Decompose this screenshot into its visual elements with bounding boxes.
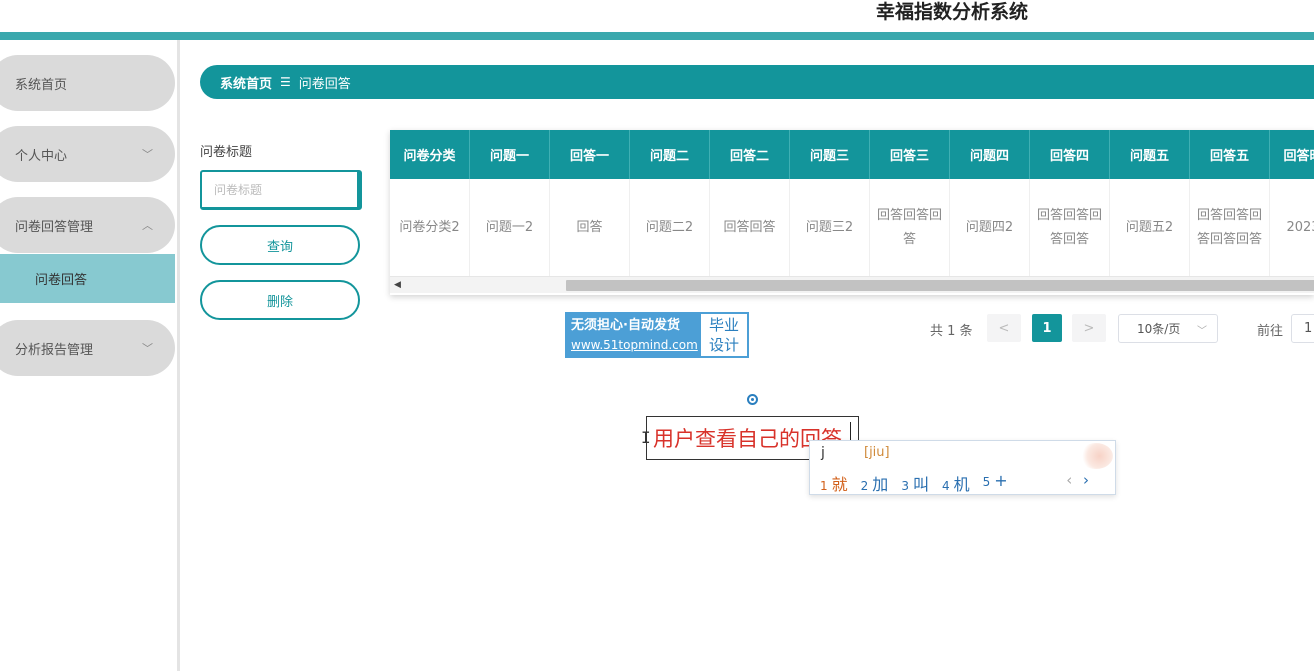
breadcrumb: 系统首页 ☰ 问卷回答 <box>200 65 1314 99</box>
table-header-cell[interactable]: 问题四 <box>950 130 1030 179</box>
table-row[interactable]: 问卷分类2 问题一2 回答 问题二2 回答回答 问题三2 回答回答回答 问题四2… <box>390 179 1314 276</box>
table-header-cell[interactable]: 回答四 <box>1030 130 1110 179</box>
table-cell: 问题三2 <box>790 179 870 276</box>
table-header-cell[interactable]: 问题一 <box>470 130 550 179</box>
table-header-cell[interactable]: 回答时间 <box>1270 130 1314 179</box>
sidebar-item-questionnaire-answers[interactable]: 问卷回答管理 ︿ <box>0 197 175 253</box>
table-header-cell[interactable]: 回答三 <box>870 130 950 179</box>
page-size-select[interactable]: 10条/页 ﹀ <box>1118 314 1218 343</box>
ad-url[interactable]: www.51topmind.com <box>571 336 698 354</box>
chevron-down-icon: ﹀ <box>142 342 153 355</box>
chevron-up-icon: ︿ <box>142 219 153 232</box>
sidebar-item-home[interactable]: 系统首页 <box>0 55 175 111</box>
query-button[interactable]: 查询 <box>200 225 360 265</box>
table-cell: 回答回答回答回答回答 <box>1190 179 1270 276</box>
table-cell: 2023-2 <box>1270 179 1314 276</box>
pagination-next-button[interactable]: > <box>1072 314 1106 342</box>
sidebar-item-label: 问卷回答管理 <box>15 219 94 235</box>
data-table: 问卷分类 问题一 回答一 问题二 回答二 问题三 回答三 问题四 回答四 问题五… <box>390 130 1314 295</box>
pagination-total: 共 1 条 <box>930 324 973 339</box>
sidebar-item-label: 系统首页 <box>15 77 68 93</box>
sidebar-item-label: 个人中心 <box>15 148 68 164</box>
sidebar: 系统首页 个人中心 ﹀ 问卷回答管理 ︿ 问卷回答 分析报告管理 ﹀ <box>0 40 180 671</box>
table-cell: 问题四2 <box>950 179 1030 276</box>
ime-candidate[interactable]: 5 + <box>983 471 1008 495</box>
top-bar: 幸福指数分析系统 <box>0 0 1314 32</box>
table-header-cell[interactable]: 问卷分类 <box>390 130 470 179</box>
top-accent-line <box>0 32 1314 40</box>
ad-slogan: 无须担心·自动发货 <box>571 318 680 333</box>
ime-candidate[interactable]: 1就 <box>820 471 848 495</box>
ime-pinyin: [jiu] <box>864 445 890 460</box>
sidebar-item-reports[interactable]: 分析报告管理 ﹀ <box>0 320 175 376</box>
chevron-down-icon: ﹀ <box>1197 326 1207 337</box>
breadcrumb-home[interactable]: 系统首页 <box>220 73 272 92</box>
table-cell: 回答回答回答回答 <box>1030 179 1110 276</box>
table-header-cell[interactable]: 问题五 <box>1110 130 1190 179</box>
app-title: 幸福指数分析系统 <box>876 1 1029 23</box>
goto-label: 前往 <box>1257 324 1284 339</box>
table-header-cell[interactable]: 回答五 <box>1190 130 1270 179</box>
ad-text: 无须担心·自动发货 www.51topmind.com <box>567 314 701 356</box>
table-cell: 问卷分类2 <box>390 179 470 276</box>
table-header-cell[interactable]: 回答二 <box>710 130 790 179</box>
table-header-row: 问卷分类 问题一 回答一 问题二 回答二 问题三 回答三 问题四 回答四 问题五… <box>390 130 1314 179</box>
ibeam-cursor-icon: I <box>641 428 651 447</box>
sidebar-subitem-answers[interactable]: 问卷回答 <box>0 254 175 303</box>
scroll-left-icon[interactable]: ◀ <box>394 280 401 290</box>
table-header-cell[interactable]: 问题三 <box>790 130 870 179</box>
ime-page-nav: ‹ › <box>1066 471 1089 489</box>
ime-candidate[interactable]: 2加 <box>861 471 889 495</box>
ad-badge-line: 设计 <box>708 336 739 354</box>
search-label: 问卷标题 <box>200 145 253 160</box>
table-cell: 问题一2 <box>470 179 550 276</box>
sidebar-item-label: 分析报告管理 <box>15 342 94 358</box>
goto-page-input[interactable]: 1 <box>1291 314 1314 343</box>
chevron-down-icon: ﹀ <box>142 148 153 161</box>
ad-badge-line: 毕业 <box>708 316 739 334</box>
ime-candidate-popup: j [jiu] 1就 2加 3叫 4机 5 + ‹ › <box>809 440 1116 495</box>
table-cell: 问题二2 <box>630 179 710 276</box>
ime-candidate[interactable]: 4机 <box>942 471 970 495</box>
menu-icon: ☰ <box>280 75 291 89</box>
delete-button[interactable]: 删除 <box>200 280 360 320</box>
ime-candidate-list: 1就 2加 3叫 4机 5 + <box>820 471 1021 495</box>
table-cell: 回答回答回答 <box>870 179 950 276</box>
breadcrumb-current: 问卷回答 <box>298 76 351 92</box>
pagination-page-current[interactable]: 1 <box>1032 314 1062 342</box>
search-input[interactable] <box>200 170 362 210</box>
ime-logo-icon <box>1079 443 1113 469</box>
table-cell: 回答 <box>550 179 630 276</box>
sidebar-item-profile[interactable]: 个人中心 ﹀ <box>0 126 175 182</box>
loading-spinner-icon <box>747 394 758 405</box>
table-cell: 问题五2 <box>1110 179 1190 276</box>
horizontal-scrollbar[interactable]: ◀ <box>390 276 1314 293</box>
ad-banner[interactable]: 无须担心·自动发货 www.51topmind.com 毕业 设计 <box>565 312 749 358</box>
ime-candidate[interactable]: 3叫 <box>901 471 929 495</box>
table-header-cell[interactable]: 回答一 <box>550 130 630 179</box>
ime-prev-icon[interactable]: ‹ <box>1066 471 1072 489</box>
ime-next-icon[interactable]: › <box>1083 471 1089 489</box>
table-header-cell[interactable]: 问题二 <box>630 130 710 179</box>
page-size-value: 10条/页 <box>1137 322 1181 336</box>
ad-badge: 毕业 设计 <box>701 314 747 356</box>
pagination-prev-button[interactable]: < <box>987 314 1021 342</box>
ime-composition: j <box>821 445 825 461</box>
table-cell: 回答回答 <box>710 179 790 276</box>
scrollbar-thumb[interactable] <box>566 280 1314 291</box>
